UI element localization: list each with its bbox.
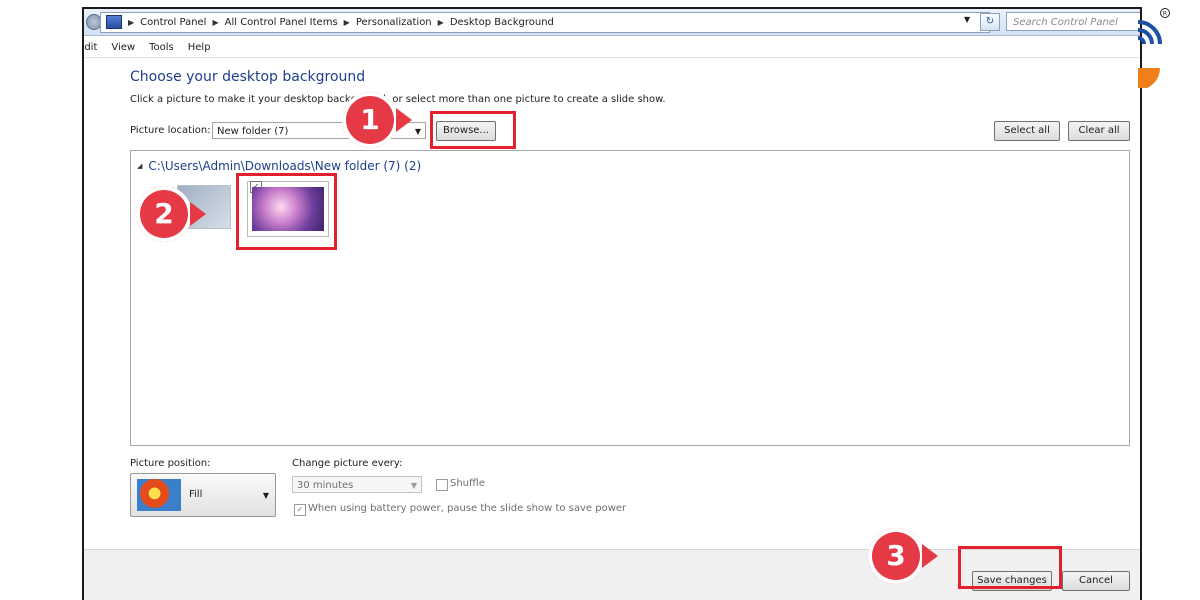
change-interval-label: Change picture every: (292, 458, 403, 469)
crumb-desktop-background[interactable]: Desktop Background (450, 17, 554, 28)
shuffle-label: Shuffle (450, 478, 485, 489)
chevron-down-icon[interactable]: ▼ (964, 15, 970, 24)
chevron-down-icon: ▼ (262, 491, 269, 500)
breadcrumb: ▶ Control Panel ▶ All Control Panel Item… (106, 13, 554, 31)
crumb-personalization[interactable]: Personalization (356, 17, 432, 28)
interval-select[interactable]: 30 minutes ▼ (292, 476, 422, 493)
save-highlight (958, 546, 1062, 589)
menu-edit[interactable]: Edit (84, 42, 97, 53)
chevron-down-icon: ▼ (414, 127, 421, 136)
thumbnail-highlight (236, 173, 337, 250)
chevron-right-icon: ▶ (212, 17, 219, 27)
folder-path: C:\Users\Admin\Downloads\New folder (7) … (148, 159, 422, 173)
picture-position-select[interactable]: Fill ▼ (130, 473, 276, 517)
browse-highlight (430, 111, 516, 149)
brand-logo-icon: R (1138, 8, 1170, 88)
step-2-marker: 2 (136, 186, 206, 242)
select-all-button[interactable]: Select all (994, 121, 1060, 141)
picture-location-label: Picture location: (130, 125, 211, 136)
crumb-control-panel[interactable]: Control Panel (140, 17, 206, 28)
picture-position-value: Fill (189, 489, 203, 500)
svg-text:R: R (1163, 11, 1167, 18)
page-title: Choose your desktop background (130, 69, 366, 85)
crumb-all-items[interactable]: All Control Panel Items (225, 17, 338, 28)
shuffle-checkbox[interactable] (436, 479, 448, 491)
chevron-right-icon: ▶ (343, 17, 350, 27)
folder-group-header[interactable]: ◢ C:\Users\Admin\Downloads\New folder (7… (137, 159, 421, 173)
page-description: Click a picture to make it your desktop … (130, 94, 666, 105)
content-area: Choose your desktop background Click a p… (84, 57, 1140, 550)
menu-view[interactable]: View (111, 42, 135, 53)
flower-preview-image (137, 479, 181, 511)
step-1-marker: 1 (342, 92, 412, 148)
menu-tools[interactable]: Tools (149, 42, 174, 53)
battery-checkbox[interactable]: ✓ (294, 504, 306, 516)
picture-location-value: New folder (7) (217, 126, 289, 137)
chevron-right-icon: ▶ (128, 17, 135, 27)
step-3-marker: 3 (868, 528, 938, 584)
refresh-icon[interactable]: ↻ (980, 13, 1000, 31)
control-panel-window: ▶ Control Panel ▶ All Control Panel Item… (82, 7, 1142, 600)
menu-bar: Edit View Tools Help (84, 37, 1140, 57)
cancel-button[interactable]: Cancel (1062, 571, 1130, 591)
chevron-right-icon: ▶ (437, 17, 444, 27)
control-panel-icon (106, 15, 122, 29)
address-bar: ▶ Control Panel ▶ All Control Panel Item… (84, 9, 1140, 36)
picture-position-label: Picture position: (130, 458, 211, 469)
battery-label: When using battery power, pause the slid… (308, 503, 627, 514)
search-input[interactable]: Search Control Panel (1006, 12, 1140, 31)
menu-help[interactable]: Help (188, 42, 211, 53)
chevron-down-icon: ▼ (410, 481, 417, 490)
collapse-triangle-icon[interactable]: ◢ (137, 162, 142, 170)
clear-all-button[interactable]: Clear all (1068, 121, 1130, 141)
interval-value: 30 minutes (297, 480, 354, 491)
